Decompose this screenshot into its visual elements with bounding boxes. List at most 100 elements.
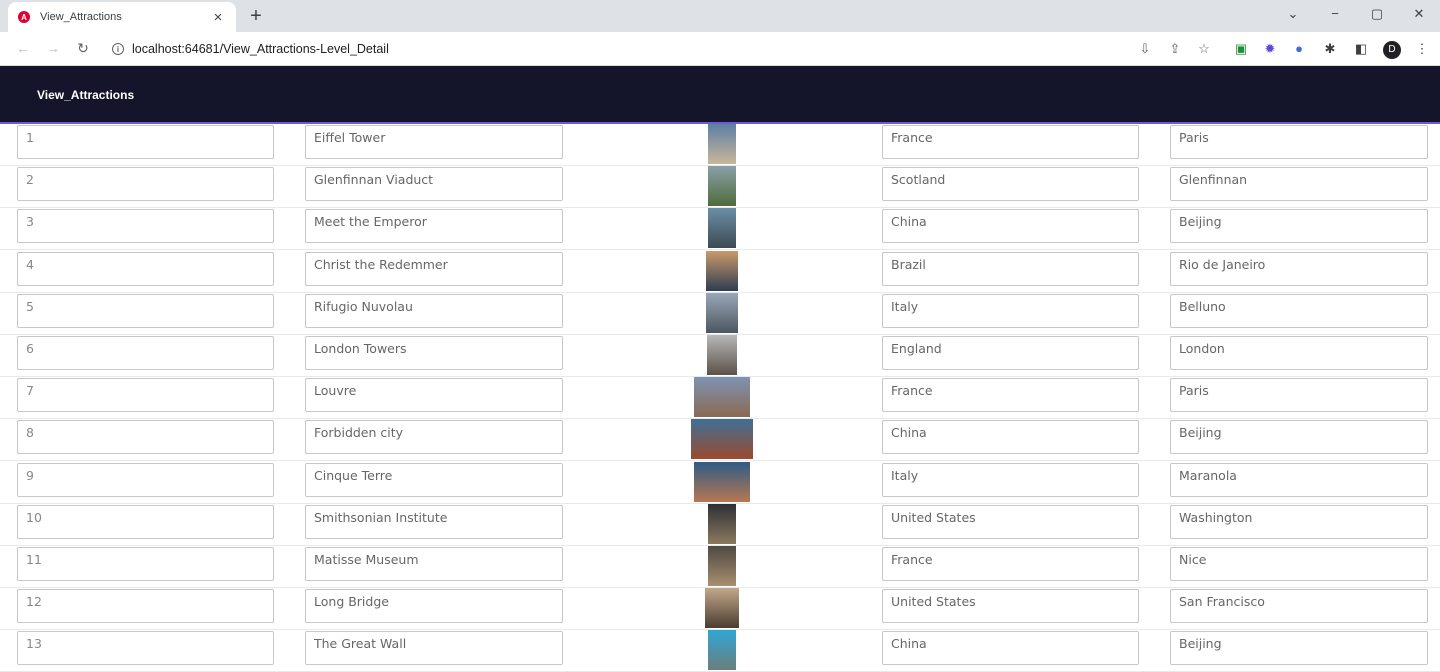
- attraction-thumbnail-image: [708, 546, 736, 586]
- browser-toolbar: ← → ↻ i localhost:64681/View_Attractions…: [0, 32, 1440, 66]
- extension-gear-icon[interactable]: ✹: [1262, 41, 1278, 57]
- app-title: View_Attractions: [37, 88, 135, 102]
- id-field[interactable]: 4: [17, 251, 274, 286]
- city-field[interactable]: Glenfinnan: [1170, 167, 1428, 202]
- attraction-thumbnail-image: [705, 588, 739, 629]
- tab-search-icon[interactable]: ⌄: [1283, 6, 1303, 22]
- city-field[interactable]: Beijing: [1170, 209, 1428, 244]
- bookmark-star-icon[interactable]: ☆: [1196, 41, 1212, 57]
- name-field[interactable]: Eiffel Tower: [305, 125, 563, 159]
- table-row: 5 Rifugio Nuvolau Italy Belluno: [0, 292, 1440, 335]
- country-field[interactable]: England: [882, 336, 1139, 370]
- id-field[interactable]: 6: [17, 336, 274, 370]
- table-row: 1 Eiffel Tower France Paris: [0, 124, 1440, 166]
- name-field[interactable]: Rifugio Nuvolau: [305, 293, 563, 328]
- name-field[interactable]: The Great Wall: [305, 631, 563, 666]
- id-field[interactable]: 9: [17, 462, 274, 497]
- id-field[interactable]: 10: [17, 504, 274, 539]
- country-field[interactable]: France: [882, 378, 1139, 413]
- city-field[interactable]: Paris: [1170, 125, 1428, 159]
- name-field[interactable]: Long Bridge: [305, 589, 563, 624]
- id-field[interactable]: 2: [17, 167, 274, 202]
- tab-title: View_Attractions: [40, 11, 122, 23]
- country-field[interactable]: France: [882, 547, 1139, 581]
- name-field[interactable]: Cinque Terre: [305, 462, 563, 497]
- address-bar[interactable]: i localhost:64681/View_Attractions-Level…: [104, 37, 1124, 61]
- city-field[interactable]: Nice: [1170, 547, 1428, 581]
- install-app-icon[interactable]: ⇩: [1137, 41, 1153, 57]
- attraction-thumbnail-image: [691, 419, 753, 460]
- minimize-button[interactable]: −: [1325, 6, 1345, 21]
- reload-icon[interactable]: ↻: [74, 40, 92, 57]
- country-field[interactable]: Scotland: [882, 167, 1139, 202]
- city-field[interactable]: Washington: [1170, 504, 1428, 539]
- profile-avatar[interactable]: D: [1383, 41, 1401, 59]
- forward-arrow-icon[interactable]: →: [44, 40, 62, 56]
- city-field[interactable]: Beijing: [1170, 631, 1428, 666]
- menu-dots-icon[interactable]: ⋮: [1414, 41, 1430, 57]
- name-field[interactable]: Christ the Redemmer: [305, 251, 563, 286]
- attraction-thumbnail-image: [706, 292, 738, 333]
- name-field[interactable]: Louvre: [305, 378, 563, 413]
- url-text[interactable]: localhost:64681/View_Attractions-Level_D…: [132, 42, 389, 56]
- table-row: 7 Louvre France Paris: [0, 377, 1440, 420]
- id-field[interactable]: 11: [17, 547, 274, 581]
- name-field[interactable]: Matisse Museum: [305, 547, 563, 581]
- id-field[interactable]: 12: [17, 589, 274, 624]
- attraction-thumbnail-image: [694, 461, 750, 502]
- share-icon[interactable]: ⇪: [1167, 41, 1183, 57]
- city-field[interactable]: Belluno: [1170, 293, 1428, 328]
- extension-green-icon[interactable]: ▣: [1233, 41, 1249, 57]
- new-tab-button[interactable]: +: [246, 4, 266, 28]
- country-field[interactable]: Italy: [882, 462, 1139, 497]
- country-field[interactable]: China: [882, 420, 1139, 455]
- country-field[interactable]: Brazil: [882, 251, 1139, 286]
- country-field[interactable]: Italy: [882, 293, 1139, 328]
- name-field[interactable]: Forbidden city: [305, 420, 563, 455]
- table-row: 12 Long Bridge United States San Francisco: [0, 588, 1440, 631]
- side-panel-icon[interactable]: ◧: [1353, 41, 1369, 57]
- site-info-icon[interactable]: i: [112, 43, 124, 55]
- extension-globe-icon[interactable]: ●: [1291, 41, 1307, 57]
- browser-tab[interactable]: A View_Attractions ×: [8, 2, 236, 32]
- table-row: 8 Forbidden city China Beijing: [0, 419, 1440, 462]
- id-field[interactable]: 1: [17, 125, 274, 159]
- name-field[interactable]: London Towers: [305, 336, 563, 370]
- table-row: 2 Glenfinnan Viaduct Scotland Glenfinnan: [0, 166, 1440, 209]
- attraction-thumbnail-image: [708, 630, 736, 671]
- id-field[interactable]: 5: [17, 293, 274, 328]
- country-field[interactable]: China: [882, 631, 1139, 666]
- extensions-puzzle-icon[interactable]: ✱: [1322, 41, 1338, 57]
- country-field[interactable]: France: [882, 125, 1139, 159]
- table-row: 11 Matisse Museum France Nice: [0, 546, 1440, 588]
- city-field[interactable]: Paris: [1170, 378, 1428, 413]
- table-row: 4 Christ the Redemmer Brazil Rio de Janeiro: [0, 250, 1440, 293]
- name-field[interactable]: Glenfinnan Viaduct: [305, 167, 563, 202]
- table-row: 3 Meet the Emperor China Beijing: [0, 208, 1440, 251]
- back-arrow-icon[interactable]: ←: [14, 40, 32, 56]
- close-window-button[interactable]: ✕: [1409, 6, 1429, 22]
- table-row: 9 Cinque Terre Italy Maranola: [0, 461, 1440, 504]
- attractions-grid: 1 Eiffel Tower France Paris 2 Glenfinnan Viad…: [0, 124, 1440, 672]
- city-field[interactable]: Beijing: [1170, 420, 1428, 455]
- city-field[interactable]: Maranola: [1170, 462, 1428, 497]
- name-field[interactable]: Meet the Emperor: [305, 209, 563, 244]
- attraction-thumbnail-image: [706, 250, 738, 291]
- city-field[interactable]: Rio de Janeiro: [1170, 251, 1428, 286]
- attraction-thumbnail-image: [694, 377, 750, 418]
- tab-close-icon[interactable]: ×: [210, 9, 226, 26]
- country-field[interactable]: United States: [882, 589, 1139, 624]
- browser-tab-strip: A View_Attractions × + ⌄ − ▢ ✕: [0, 0, 1440, 32]
- id-field[interactable]: 3: [17, 209, 274, 244]
- country-field[interactable]: United States: [882, 504, 1139, 539]
- id-field[interactable]: 13: [17, 631, 274, 666]
- id-field[interactable]: 8: [17, 420, 274, 455]
- city-field[interactable]: San Francisco: [1170, 589, 1428, 624]
- city-field[interactable]: London: [1170, 336, 1428, 370]
- app-header: View_Attractions: [0, 66, 1440, 124]
- country-field[interactable]: China: [882, 209, 1139, 244]
- id-field[interactable]: 7: [17, 378, 274, 413]
- name-field[interactable]: Smithsonian Institute: [305, 504, 563, 539]
- attraction-thumbnail-image: [708, 124, 736, 164]
- restore-button[interactable]: ▢: [1367, 6, 1387, 22]
